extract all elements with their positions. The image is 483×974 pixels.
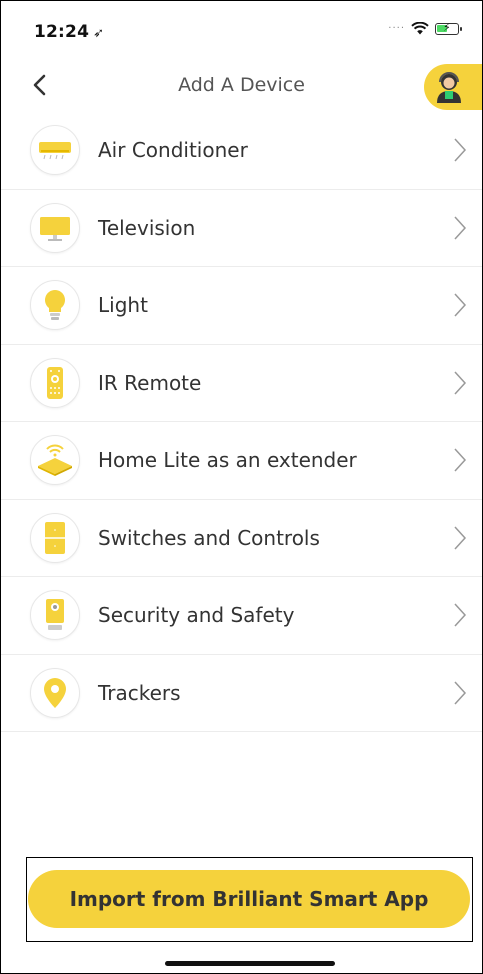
device-label: Switches and Controls [98,525,320,550]
air-conditioner-icon [30,125,80,176]
import-button[interactable]: Import from Brilliant Smart App [28,870,470,928]
chevron-right-icon [454,603,467,627]
chevron-right-icon [454,448,467,472]
device-item-home-lite[interactable]: Home Lite as an extender [0,422,483,500]
device-label: Light [98,293,148,318]
chevron-right-icon [454,293,467,317]
home-indicator[interactable] [165,961,335,966]
device-item-switches[interactable]: Switches and Controls [0,500,483,577]
support-button[interactable] [424,64,483,110]
page-title: Add A Device [178,74,305,96]
device-label: Television [98,215,196,240]
device-item-security[interactable]: Security and Safety [0,577,483,655]
support-agent-icon [437,72,461,103]
device-item-air-conditioner[interactable]: Air Conditioner [0,112,483,190]
device-item-ir-remote[interactable]: IR Remote [0,345,483,422]
device-label: Air Conditioner [98,138,248,163]
device-label: Security and Safety [98,603,295,628]
location-arrow-icon: ➶ [93,26,105,41]
ir-remote-icon [30,357,80,408]
chevron-right-icon [454,526,467,550]
security-camera-icon [30,590,80,641]
navigation-bar: Add A Device [0,62,483,112]
television-icon [30,202,80,253]
tracker-pin-icon [30,667,80,718]
device-item-television[interactable]: Television [0,190,483,267]
chevron-right-icon [454,138,467,162]
status-time: 12:24 ➶ [34,22,105,42]
chevron-right-icon [454,681,467,705]
home-lite-icon [30,435,80,486]
device-item-trackers[interactable]: Trackers [0,655,483,732]
battery-icon: ⚡ [435,21,462,35]
signal-dots-icon: ···· [388,23,405,34]
wifi-icon [411,22,429,35]
status-indicators: ···· ⚡ [388,21,462,35]
device-item-light[interactable]: Light [0,267,483,345]
device-label: Home Lite as an extender [98,448,357,473]
light-bulb-icon [30,280,80,331]
chevron-right-icon [454,216,467,240]
device-list: Air Conditioner Television Light IR Remo… [0,112,483,732]
chevron-right-icon [454,371,467,395]
device-label: IR Remote [98,370,202,395]
switch-icon [30,512,80,563]
device-label: Trackers [98,680,181,705]
status-bar: 12:24 ➶ ···· ⚡ [0,0,483,62]
